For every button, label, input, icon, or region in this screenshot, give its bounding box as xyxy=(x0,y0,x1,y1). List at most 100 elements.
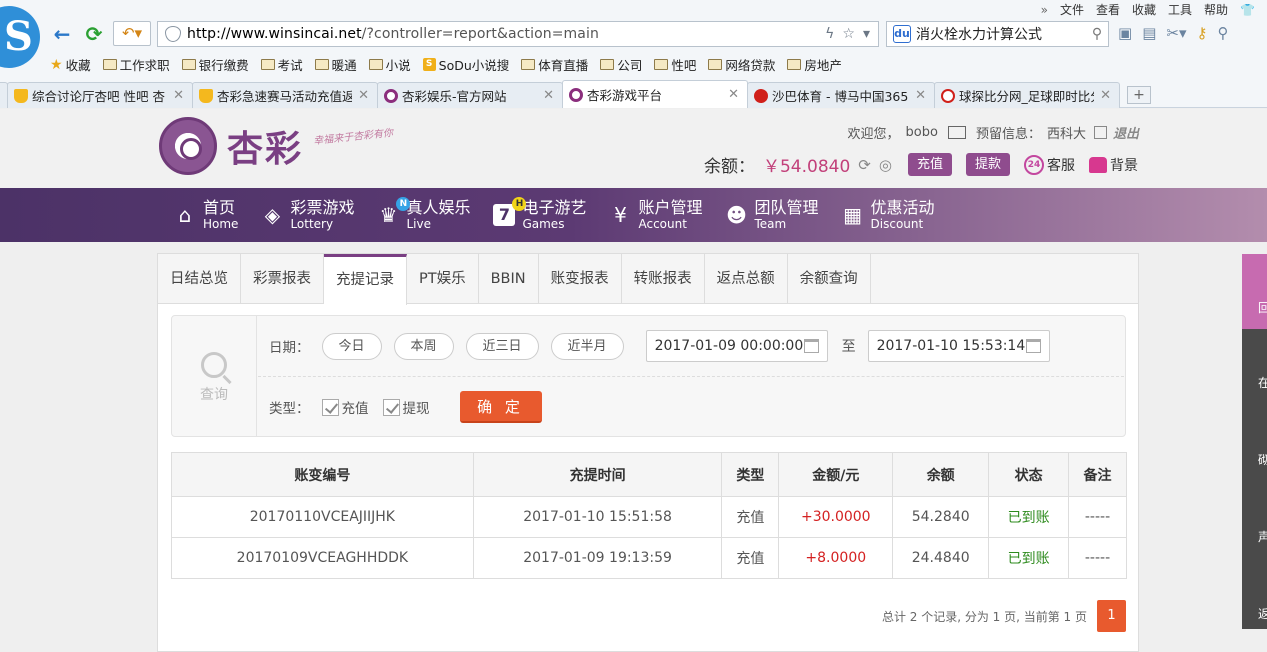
browser-tab[interactable]: 杏彩急速赛马活动充值返 ✕ xyxy=(192,82,378,108)
url-text[interactable]: http://www.winsincai.net/?controller=rep… xyxy=(187,26,825,42)
close-icon[interactable]: ✕ xyxy=(543,88,554,103)
end-date-input[interactable]: 2017-01-10 15:53:14 xyxy=(867,330,1050,362)
skin-icon[interactable]: 👕 xyxy=(1240,3,1255,17)
browser-tab-active[interactable]: 杏彩游戏平台 ✕ xyxy=(562,80,748,108)
close-icon[interactable]: ✕ xyxy=(728,87,739,102)
tab-daily-summary[interactable]: 日结总览 xyxy=(158,254,241,304)
back-button[interactable]: ← xyxy=(51,23,73,45)
customer-service-link[interactable]: 24 客服 xyxy=(1024,154,1075,175)
float-top-item[interactable]: 回 xyxy=(1242,254,1267,329)
mail-icon[interactable] xyxy=(947,126,966,139)
menu-view[interactable]: 查看 xyxy=(1096,1,1120,18)
menu-tools[interactable]: 工具 xyxy=(1168,1,1192,18)
withdraw-button[interactable]: 提款 xyxy=(965,153,1010,176)
to-label: 至 xyxy=(841,339,856,355)
start-date-input[interactable]: 2017-01-09 00:00:00 xyxy=(645,330,828,362)
menu-favorites[interactable]: 收藏 xyxy=(1132,1,1156,18)
type-row: 类型： 充值 提现 确 定 xyxy=(269,391,542,423)
float-item[interactable]: 返 xyxy=(1242,605,1267,622)
bookmark-folder[interactable]: 房地产 xyxy=(787,55,842,74)
refresh-button[interactable]: ⟳ xyxy=(83,23,105,45)
background-link[interactable]: 背景 xyxy=(1089,155,1138,175)
nav-live[interactable]: ♛ N 真人娱乐 Live xyxy=(376,188,470,242)
close-icon[interactable]: ✕ xyxy=(1100,88,1111,103)
today-button[interactable]: 今日 xyxy=(321,332,382,360)
date-label: 日期： xyxy=(269,340,310,356)
withdraw-checkbox[interactable]: 提现 xyxy=(382,397,430,417)
bookmark-folder[interactable]: 性吧 xyxy=(654,55,696,74)
new-tab-button[interactable]: + xyxy=(1127,86,1151,104)
star-icon[interactable]: ☆ xyxy=(842,26,855,42)
type-label: 类型： xyxy=(269,401,310,417)
recharge-button[interactable]: 充值 xyxy=(907,153,952,176)
nav-account[interactable]: ¥ 账户管理 Account xyxy=(608,188,702,242)
last-half-month-button[interactable]: 近半月 xyxy=(550,332,624,360)
bookmark-folder[interactable]: 小说 xyxy=(368,55,411,74)
menu-help[interactable]: 帮助 xyxy=(1204,1,1228,18)
hide-eye-icon[interactable]: ◎ xyxy=(879,156,892,174)
nav-games[interactable]: 7H 电子游艺 Games xyxy=(492,188,586,242)
bookmark-folder[interactable]: 体育直播 xyxy=(521,55,588,74)
baidu-paw-icon[interactable]: du xyxy=(893,25,911,43)
browser-tab[interactable]: 综合讨论厅杏吧 性吧 杏 ✕ xyxy=(7,82,193,108)
nav-lottery[interactable]: ◈ 彩票游戏 Lottery xyxy=(260,188,355,242)
bookmark-folder[interactable]: 工作求职 xyxy=(102,55,170,74)
refresh-icon[interactable]: ⟳ xyxy=(858,156,871,174)
bookmark-favorites[interactable]: ★ 收藏 xyxy=(50,55,91,74)
nav-home[interactable]: ⌂ 首页 Home xyxy=(173,188,239,242)
tab-transfer[interactable]: 转账报表 xyxy=(622,254,705,304)
browser-tab[interactable]: 沙巴体育 - 博马中国365 ✕ xyxy=(747,82,935,108)
reader-icon[interactable]: ▣ xyxy=(1118,24,1132,42)
browser-tab[interactable]: 杏彩娱乐-官方网站 ✕ xyxy=(377,82,563,108)
search-input[interactable]: 消火栓水力计算公式 xyxy=(916,24,1086,44)
checkbox-checked-icon[interactable] xyxy=(321,398,339,416)
lightning-icon[interactable]: ϟ xyxy=(825,26,834,42)
float-item[interactable]: 在 xyxy=(1242,374,1267,391)
tab-bbin[interactable]: BBIN xyxy=(479,254,539,304)
edit-icon[interactable] xyxy=(1093,126,1107,139)
recharge-checkbox[interactable]: 充值 xyxy=(321,397,369,417)
close-icon[interactable]: ✕ xyxy=(173,88,184,103)
bookmark-folder[interactable]: 考试 xyxy=(260,55,303,74)
calendar-icon[interactable] xyxy=(803,339,819,353)
site-logo[interactable]: 杏彩 幸福来于杏彩有你 xyxy=(159,117,394,175)
tab-rebate[interactable]: 返点总额 xyxy=(705,254,788,304)
magnifier-icon[interactable]: ⚲ xyxy=(1217,24,1228,42)
bookmark-folder[interactable]: 暖通 xyxy=(314,55,357,74)
close-icon[interactable]: ✕ xyxy=(358,88,369,103)
tab-balance-query[interactable]: 余额查询 xyxy=(788,254,871,304)
menu-expand[interactable]: » xyxy=(1041,3,1048,17)
float-item[interactable]: 声 xyxy=(1242,528,1267,545)
this-week-button[interactable]: 本周 xyxy=(393,332,454,360)
key-icon[interactable]: ⚷ xyxy=(1196,24,1207,42)
search-icon[interactable]: ⚲ xyxy=(1086,26,1108,42)
col-amount: 金额/元 xyxy=(778,452,894,497)
search-box[interactable]: du 消火栓水力计算公式 ⚲ xyxy=(886,21,1109,47)
browser-tab[interactable]: 球探比分网_足球即时比分 ✕ xyxy=(934,82,1120,108)
cell-id: 20170109VCEAGHHDDK xyxy=(171,537,474,579)
undo-close-tab-button[interactable]: ↶▾ xyxy=(113,21,151,46)
tab-pt[interactable]: PT娱乐 xyxy=(407,254,479,304)
tab-account-change[interactable]: 账变报表 xyxy=(539,254,622,304)
last-3-days-button[interactable]: 近三日 xyxy=(465,332,539,360)
confirm-button[interactable]: 确 定 xyxy=(459,391,542,423)
tab-deposit-withdraw[interactable]: 充提记录 xyxy=(324,254,407,305)
scissors-icon[interactable]: ✂▾ xyxy=(1166,24,1186,42)
bookmark-folder[interactable]: 公司 xyxy=(600,55,642,74)
calendar-icon[interactable] xyxy=(1025,339,1041,353)
close-icon[interactable]: ✕ xyxy=(915,88,926,103)
clipboard-icon[interactable]: ▤ xyxy=(1142,24,1156,42)
address-bar[interactable]: http://www.winsincai.net/?controller=rep… xyxy=(157,21,879,47)
float-item[interactable]: 砌 xyxy=(1242,451,1267,468)
bookmark-folder[interactable]: 银行缴费 xyxy=(181,55,249,74)
tab-lottery-report[interactable]: 彩票报表 xyxy=(241,254,324,304)
logout-link[interactable]: 退出 xyxy=(1113,123,1139,142)
page-1-button[interactable]: 1 xyxy=(1097,600,1126,632)
menu-file[interactable]: 文件 xyxy=(1060,1,1084,18)
nav-team[interactable]: ☻ 团队管理 Team xyxy=(725,188,818,242)
chevron-down-icon[interactable]: ▾ xyxy=(863,26,870,42)
bookmark-sodu[interactable]: S SoDu小说搜 xyxy=(422,55,509,74)
bookmark-folder[interactable]: 网络贷款 xyxy=(708,55,775,74)
nav-discount[interactable]: ▦ 优惠活动 Discount xyxy=(841,188,934,242)
checkbox-checked-icon[interactable] xyxy=(382,398,400,416)
